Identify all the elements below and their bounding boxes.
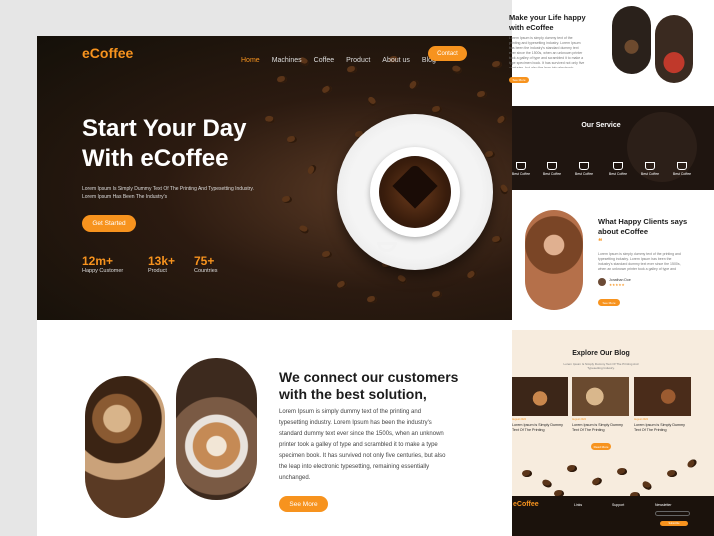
connect-title: We connect our customers with the best s… (279, 369, 458, 403)
nav-product[interactable]: Product (346, 57, 370, 64)
life-title-line-2: with eCoffee (509, 23, 554, 32)
footer-links-heading: Links (574, 503, 583, 507)
blog-post-title-line-2: Text Of The Printing (634, 428, 667, 432)
footer-newsletter-heading: Newsletter (655, 503, 672, 507)
footer-section: eCoffee Links Support Newsletter Subscri… (512, 496, 714, 536)
stat-label: Happy Customer (82, 268, 124, 274)
stat-customers: 12m+ Happy Customer (82, 254, 123, 274)
coffee-cup-icon (645, 162, 655, 170)
blog-post-title-line-2: Text Of The Printing (512, 428, 545, 432)
coffee-cup-icon (613, 162, 623, 170)
get-started-button[interactable]: Get Started (82, 215, 136, 232)
clients-title: What Happy Clients says about eCoffee (598, 217, 687, 237)
stat-value: 75+ (194, 254, 215, 268)
service-item[interactable]: Best Coffee (607, 162, 629, 176)
connect-title-line-1: We connect our customers (279, 369, 459, 385)
service-section: Our Service Best Coffee Best Coffee Best… (512, 106, 714, 190)
service-item[interactable]: Best Coffee (573, 162, 595, 176)
clients-title-line-1: What Happy Clients says (598, 217, 688, 226)
footer-support-heading: Support (612, 503, 625, 507)
stat-value: 13k+ (148, 254, 176, 268)
latte-art-image-1 (85, 376, 165, 518)
service-item[interactable]: Best Coffee (510, 162, 532, 176)
connect-section: We connect our customers with the best s… (37, 320, 512, 536)
clients-body: Lorem Ipsum is simply dummy text of the … (598, 252, 681, 271)
nav-machines[interactable]: Machines (272, 57, 302, 64)
connect-body: Lorem Ipsum is simply dummy text of the … (279, 409, 446, 481)
life-see-more-button[interactable]: See More (509, 77, 529, 83)
clients-title-line-2: about eCoffee (598, 227, 649, 236)
coffee-cup-red-image (655, 15, 693, 83)
client-photo (525, 210, 583, 310)
main-nav: Home Machines Coffee Product About us Blog (241, 49, 448, 67)
service-item-label: Best Coffee (542, 172, 562, 176)
reviewer-name: Jonathan Doe (609, 278, 631, 282)
stat-products: 13k+ Product (148, 254, 175, 274)
clients-see-more-button[interactable]: See More (598, 299, 620, 306)
quote-icon: ❝ (598, 237, 603, 246)
life-body: Lorem Ipsum is simply dummy text of the … (509, 36, 585, 68)
latte-art-image-2 (176, 358, 257, 500)
nav-coffee[interactable]: Coffee (314, 57, 335, 64)
blog-date: August 2022 (572, 418, 587, 421)
coffee-cup-icon (579, 162, 589, 170)
life-section: Make your Life happy with eCoffee Lorem … (509, 0, 714, 106)
service-title: Our Service (581, 122, 621, 129)
blog-post-title-line-2: Text Of The Printing (572, 428, 605, 432)
hero-title-line-1: Start Your Day (82, 115, 247, 142)
blog-subtitle: Lorem Ipsum Is Simply Dummy Text Of The … (512, 362, 690, 370)
newsletter-email-input[interactable] (655, 511, 690, 516)
stat-label: Countries (194, 268, 218, 274)
rating-stars: ★★★★★ (609, 283, 625, 287)
espresso-machine-image (612, 6, 651, 74)
stat-value: 12m+ (82, 254, 114, 268)
nav-about[interactable]: About us (382, 57, 410, 64)
coffee-cup-icon (547, 162, 557, 170)
service-item-label: Best Coffee (574, 172, 594, 176)
blog-section: Explore Our Blog Lorem Ipsum Is Simply D… (512, 330, 714, 505)
blog-image-2[interactable] (572, 377, 629, 416)
service-item-label: Best Coffee (640, 172, 660, 176)
contact-button[interactable]: Contact (428, 46, 467, 61)
service-item[interactable]: Best Coffee (541, 162, 563, 176)
nav-home[interactable]: Home (241, 57, 260, 64)
blog-post-title[interactable]: Lorem Ipsum is Simply Dummy Text Of The P… (512, 423, 563, 433)
coffee-cup-icon (516, 162, 526, 170)
see-more-button[interactable]: See More (279, 496, 328, 512)
stat-countries: 75+ Countries (194, 254, 218, 274)
blog-title: Explore Our Blog (572, 350, 630, 357)
blog-date: August 2022 (634, 418, 649, 421)
blog-post-title[interactable]: Lorem Ipsum is Simply Dummy Text Of The P… (634, 423, 685, 433)
hero-section: eCoffee Home Machines Coffee Product About u… (37, 36, 512, 320)
clients-section: What Happy Clients says about eCoffee ❝ … (512, 190, 714, 330)
brand-logo[interactable]: eCoffee (82, 45, 133, 61)
hero-subtitle-line-1: Lorem Ipsum Is Simply Dummy Text Of The … (82, 186, 254, 192)
service-item-label: Best Coffee (608, 172, 628, 176)
blog-date: August 2022 (512, 418, 527, 421)
coffee-cup-image (337, 114, 493, 270)
coffee-cup-icon (677, 162, 687, 170)
hero-title-line-2: With eCoffee (82, 145, 229, 172)
stat-label: Product (148, 268, 167, 274)
blog-post-title[interactable]: Lorem Ipsum is Simply Dummy Text Of The P… (572, 423, 623, 433)
blog-image-1[interactable] (512, 377, 568, 416)
read-more-button[interactable]: Read More (591, 443, 611, 450)
reviewer-avatar (598, 278, 606, 286)
service-item[interactable]: Best Coffee (639, 162, 661, 176)
hero-subtitle: Lorem Ipsum Is Simply Dummy Text Of The … (82, 185, 254, 201)
service-item-label: Best Coffee (672, 172, 692, 176)
connect-title-line-2: with the best solution, (279, 386, 427, 402)
life-title: Make your Life happy with eCoffee (509, 13, 586, 33)
hero-subtitle-line-2: Lorem Ipsum Has Been The Industry's (82, 194, 168, 200)
subscribe-button[interactable]: Subscribe (660, 521, 688, 526)
life-title-line-1: Make your Life happy (509, 13, 586, 22)
blog-image-3[interactable] (634, 377, 691, 416)
service-item-label: Best Coffee (511, 172, 531, 176)
service-item[interactable]: Best Coffee (671, 162, 693, 176)
footer-brand: eCoffee (513, 501, 539, 508)
hero-title: Start Your Day With eCoffee (82, 114, 247, 174)
blog-subtitle-line-2: Typesetting Industry. (587, 366, 615, 370)
